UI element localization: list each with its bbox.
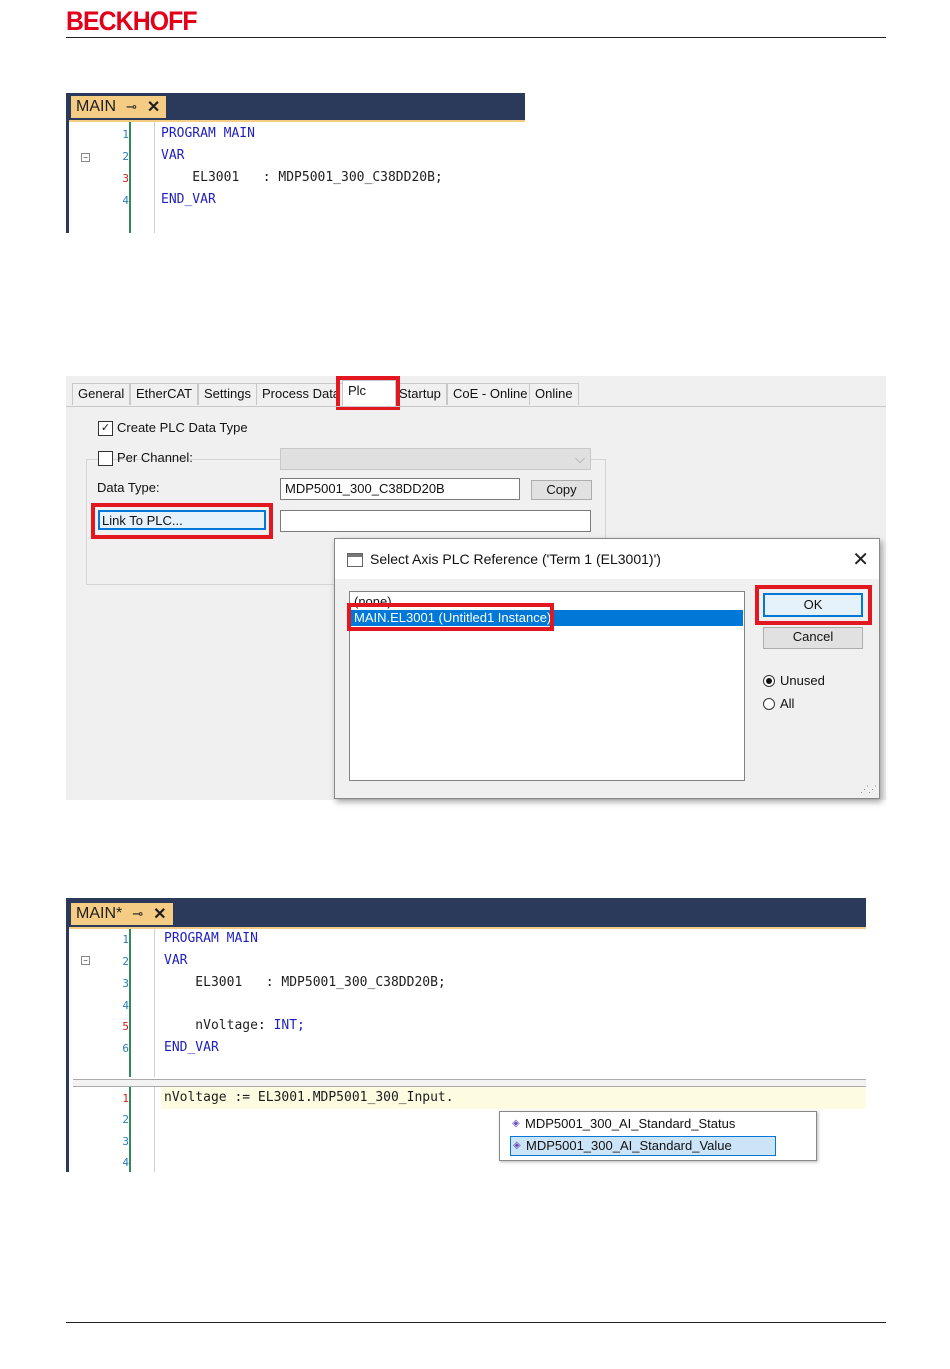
change-bar xyxy=(129,1087,131,1172)
code-line[interactable]: nVoltage := EL3001.MDP5001_300_Input. xyxy=(164,1090,454,1105)
gutter-divider xyxy=(154,1087,155,1172)
line-number: 6 xyxy=(122,1042,129,1055)
code-line[interactable]: EL3001 : MDP5001_300_C38DD20B; xyxy=(164,975,445,990)
header-rule xyxy=(66,37,886,38)
code-line[interactable]: VAR xyxy=(164,953,187,968)
autocomplete-item[interactable]: ◈ MDP5001_300_AI_Standard_Status xyxy=(510,1115,735,1133)
data-type-label: Data Type: xyxy=(97,480,160,495)
line-number: 1 xyxy=(122,1092,129,1105)
per-channel-select[interactable]: ⌵ xyxy=(280,448,591,470)
line-number: 2 xyxy=(122,150,129,163)
code-line[interactable]: END_VAR xyxy=(164,1040,219,1055)
line-number: 4 xyxy=(122,1156,129,1169)
code-editor-main: MAIN ⊸ ✕ − 1 2 3 4 PROGRAM MAIN VAR EL30… xyxy=(66,93,525,233)
code-line[interactable]: VAR xyxy=(161,148,184,163)
editor-tabbar: MAIN ⊸ ✕ xyxy=(69,93,525,121)
tab-ethercat[interactable]: EtherCAT xyxy=(130,383,199,405)
pin-icon[interactable]: ⊸ xyxy=(126,99,137,115)
member-icon: ◈ xyxy=(513,1140,521,1151)
tab-underline xyxy=(69,120,525,122)
close-icon[interactable]: ✕ xyxy=(852,547,869,572)
chevron-down-icon: ⌵ xyxy=(575,451,585,466)
tab-title: MAIN* xyxy=(76,905,123,922)
editor-tabbar: MAIN* ⊸ ✕ xyxy=(69,898,866,928)
highlight-ok-button xyxy=(755,585,872,625)
code-text: nVoltage: xyxy=(164,1018,274,1033)
dialog-title: Select Axis PLC Reference ('Term 1 (EL30… xyxy=(370,551,661,567)
select-axis-plc-dialog: Select Axis PLC Reference ('Term 1 (EL30… xyxy=(334,538,880,799)
int-keyword: INT; xyxy=(273,1018,305,1033)
radio-unused[interactable] xyxy=(763,675,775,687)
change-bar xyxy=(129,929,131,1077)
highlight-link-button xyxy=(91,503,273,539)
member-icon: ◈ xyxy=(512,1118,520,1129)
code-line[interactable]: PROGRAM MAIN xyxy=(164,931,258,946)
per-channel-label: Per Channel: xyxy=(117,450,193,465)
beckhoff-logo: BECKHOFF xyxy=(66,6,198,36)
tab-underline xyxy=(69,927,866,929)
tab-main-modified[interactable]: MAIN* ⊸ ✕ xyxy=(71,903,173,925)
link-field[interactable] xyxy=(280,510,591,532)
data-type-field[interactable]: MDP5001_300_C38DD20B xyxy=(280,478,520,500)
dialog-titlebar: Select Axis PLC Reference ('Term 1 (EL30… xyxy=(335,539,879,579)
resize-grip-icon[interactable]: ⋰⋰ xyxy=(860,784,877,795)
line-number: 3 xyxy=(122,977,129,990)
code-line[interactable]: EL3001 : MDP5001_300_C38DD20B; xyxy=(161,170,442,185)
cancel-button[interactable]: Cancel xyxy=(763,627,863,649)
create-plc-data-type-label: Create PLC Data Type xyxy=(117,420,252,435)
tab-coe-online[interactable]: CoE - Online xyxy=(447,383,534,405)
tab-process-data[interactable]: Process Data xyxy=(256,383,347,405)
window-icon xyxy=(347,553,363,567)
line-number: 3 xyxy=(122,1135,129,1148)
code-line[interactable]: PROGRAM MAIN xyxy=(161,126,255,141)
tab-title: MAIN xyxy=(76,98,116,115)
autocomplete-label: MDP5001_300_AI_Standard_Value xyxy=(526,1138,732,1153)
radio-all-label: All xyxy=(780,696,795,711)
autocomplete-item-selected[interactable]: ◈ MDP5001_300_AI_Standard_Value xyxy=(510,1136,776,1156)
radio-all[interactable] xyxy=(763,698,775,710)
highlight-list-item xyxy=(347,603,554,631)
tab-startup[interactable]: Startup xyxy=(393,383,447,405)
code-line[interactable]: nVoltage: INT; xyxy=(164,1018,305,1033)
close-icon[interactable]: ✕ xyxy=(153,904,166,924)
tab-main[interactable]: MAIN ⊸ ✕ xyxy=(71,96,167,118)
per-channel-checkbox[interactable] xyxy=(98,451,113,466)
line-number: 3 xyxy=(122,172,129,185)
line-number: 2 xyxy=(122,955,129,968)
line-number: 1 xyxy=(122,933,129,946)
gutter-divider xyxy=(154,122,155,233)
property-tabs: General EtherCAT Settings Process Data S… xyxy=(66,376,886,407)
line-number: 4 xyxy=(122,194,129,207)
create-plc-data-type-checkbox[interactable]: ✓ xyxy=(98,421,113,436)
tab-general[interactable]: General xyxy=(72,383,131,405)
autocomplete-popup: ◈ MDP5001_300_AI_Standard_Status ◈ MDP50… xyxy=(499,1111,817,1161)
tab-online[interactable]: Online xyxy=(529,383,579,405)
gutter-divider xyxy=(154,929,155,1077)
code-line[interactable]: END_VAR xyxy=(161,192,216,207)
highlight-plc-tab xyxy=(336,376,400,410)
change-bar xyxy=(129,122,131,233)
line-number: 1 xyxy=(122,128,129,141)
copy-button[interactable]: Copy xyxy=(531,480,592,500)
close-icon[interactable]: ✕ xyxy=(147,97,160,117)
footer-rule xyxy=(66,1322,886,1323)
editor-splitter[interactable] xyxy=(73,1079,866,1087)
line-number: 4 xyxy=(122,999,129,1012)
tab-settings[interactable]: Settings xyxy=(198,383,257,405)
pin-icon[interactable]: ⊸ xyxy=(132,906,143,922)
radio-unused-label: Unused xyxy=(780,673,825,688)
code-editor-main-modified: MAIN* ⊸ ✕ − 1 2 3 4 5 6 PROGRAM MAIN VAR… xyxy=(66,898,866,1172)
autocomplete-label: MDP5001_300_AI_Standard_Status xyxy=(525,1116,736,1131)
line-number: 2 xyxy=(122,1113,129,1126)
line-number: 5 xyxy=(122,1020,129,1033)
